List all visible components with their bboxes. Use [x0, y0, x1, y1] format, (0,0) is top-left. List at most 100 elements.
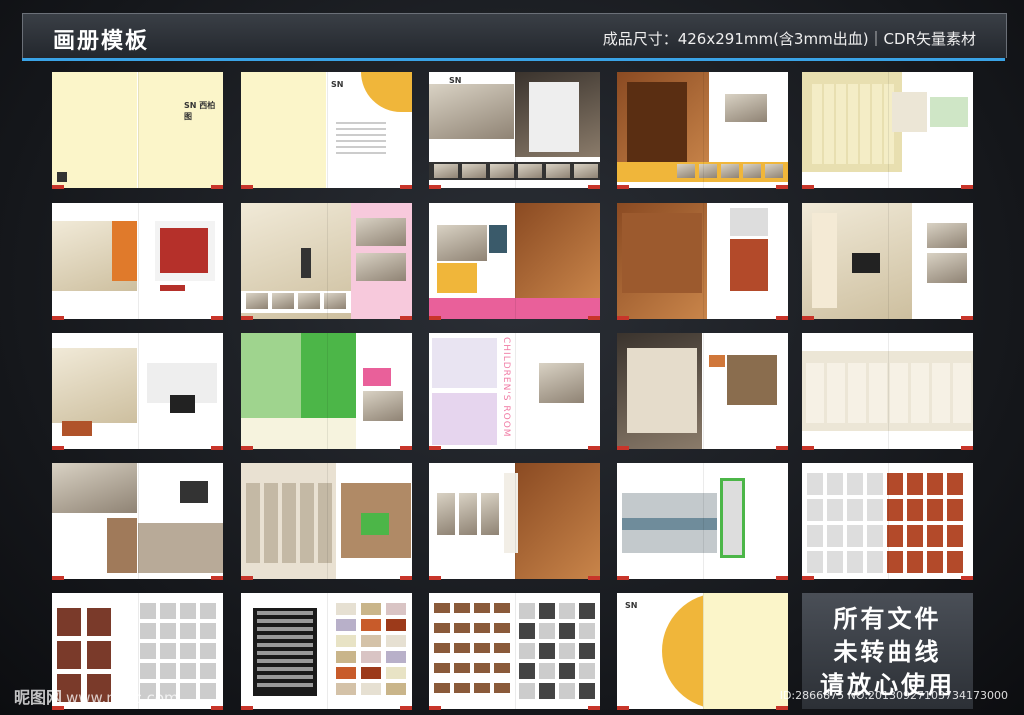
door-sample: [907, 499, 923, 521]
cabinet-interior: [627, 82, 687, 162]
color-swatch: [386, 603, 406, 615]
thumbnail-wine-cabinet[interactable]: [617, 203, 788, 319]
orange-wall: [112, 221, 137, 281]
mini-photo: [490, 164, 514, 178]
color-swatch: [336, 619, 356, 631]
door-sample: [947, 525, 963, 547]
page-corner-tab: [617, 576, 629, 580]
left-page: [52, 72, 137, 188]
photo-thumb: [489, 225, 507, 253]
thumbnail-bookshelf-pink[interactable]: [429, 203, 600, 319]
pattern-swatch: [539, 623, 555, 639]
profile-sample: [474, 623, 490, 633]
thumbnail-color-swatches[interactable]: [241, 593, 412, 709]
page-corner-tab: [241, 576, 253, 580]
caption-bar: [160, 285, 185, 291]
closet-unit: [806, 363, 824, 423]
photo-dark: [180, 481, 208, 503]
shelf-unit: [812, 213, 837, 308]
page-corner-tab: [961, 316, 973, 320]
thumbnail-intro-page[interactable]: SN: [241, 72, 412, 188]
door-sample: [807, 473, 823, 495]
door-sample: [57, 641, 81, 669]
caption-tag: [62, 421, 92, 436]
page-corner-tab: [617, 446, 629, 450]
page-corner-tab: [802, 185, 814, 189]
profile-sample: [474, 643, 490, 653]
catalog-row: [257, 683, 313, 687]
page-corner-tab: [400, 446, 412, 450]
page-spine: [326, 333, 328, 449]
thumbnail-dark-wardrobe[interactable]: [617, 333, 788, 449]
color-swatch: [386, 651, 406, 663]
mini-photo: [765, 164, 783, 178]
color-swatch: [361, 683, 381, 695]
thumbnail-wood-cabinet-yellow[interactable]: [617, 72, 788, 188]
thumbnail-living-wall-unit[interactable]: [52, 333, 223, 449]
side-photo: [892, 92, 927, 132]
thumbnail-orange-bedroom[interactable]: [52, 203, 223, 319]
bookshelf-photo: [515, 203, 600, 298]
text-line: [336, 140, 386, 142]
closet-unit: [953, 363, 971, 423]
thumbnail-wood-sliding-doors[interactable]: [429, 463, 600, 579]
tv: [852, 253, 880, 273]
page-corner-tab: [588, 316, 600, 320]
profile-sample: [494, 683, 510, 693]
pattern-swatch: [519, 663, 535, 679]
color-swatch: [386, 619, 406, 631]
thumbnail-clothes-storage[interactable]: [241, 463, 412, 579]
red-cabinet: [160, 228, 208, 273]
page-spine: [887, 463, 889, 579]
thumbnail-corner-closet[interactable]: [802, 333, 973, 449]
profile-sample: [434, 603, 450, 613]
handle-sample: [140, 643, 156, 659]
door-panel: [848, 84, 858, 164]
watermark-id: ID:2866875 NO:20130927103734173000: [779, 689, 1008, 702]
color-swatch: [361, 651, 381, 663]
door-sample: [927, 473, 943, 495]
mini-photo: [462, 164, 486, 178]
page-spine: [326, 593, 328, 709]
page-corner-tab: [776, 185, 788, 189]
page-corner-tab: [400, 576, 412, 580]
thumbnail-glass-doors[interactable]: [617, 463, 788, 579]
color-swatch: [386, 667, 406, 679]
thumbnail-study-room[interactable]: [241, 203, 412, 319]
door-photo: [723, 481, 742, 555]
detail-photo: [725, 94, 767, 122]
page-corner-tab: [961, 576, 973, 580]
profile-sample: [494, 623, 510, 633]
door-sample: [847, 551, 863, 573]
thumbnail-walk-in-closet[interactable]: [52, 463, 223, 579]
page-corner-tab: [400, 185, 412, 189]
thumbnail-door-samples[interactable]: [802, 463, 973, 579]
handle-sample: [200, 643, 216, 659]
brand-mark: SN: [449, 76, 462, 85]
photo: [730, 208, 768, 236]
promo-line-1: 所有文件: [833, 605, 942, 633]
thumbnail-material-swatches[interactable]: [429, 593, 600, 709]
page-corner-tab: [429, 576, 441, 580]
spec-text: 成品尺寸：426x291mm(含3mm出血)｜CDR矢量素材: [602, 30, 976, 48]
frame: [504, 473, 518, 553]
door-sample: [847, 525, 863, 547]
pattern-swatch: [559, 623, 575, 639]
thumbnail-tv-wall[interactable]: [802, 203, 973, 319]
orange-tag: [709, 355, 725, 367]
thumbnail-back-cover[interactable]: SN: [617, 593, 788, 709]
page-corner-tab: [588, 446, 600, 450]
hex-badge: [361, 513, 389, 535]
thumbnail-wardrobe-white[interactable]: SN: [429, 72, 600, 188]
clothes-column: [318, 483, 332, 563]
thumbnail-kids-room-green[interactable]: [241, 333, 412, 449]
pattern-swatch: [579, 623, 595, 639]
thumbnail-panel-doors[interactable]: [802, 72, 973, 188]
thumbnail-children-room[interactable]: CHILDREN'S ROOM: [429, 333, 600, 449]
page-corner-tab: [429, 185, 441, 189]
page-corner-tab: [52, 576, 64, 580]
thumbnail-cover[interactable]: SN 西柏图: [52, 72, 223, 188]
handle-sample: [180, 603, 196, 619]
page-corner-tab: [211, 185, 223, 189]
door-swatch: [459, 493, 477, 535]
